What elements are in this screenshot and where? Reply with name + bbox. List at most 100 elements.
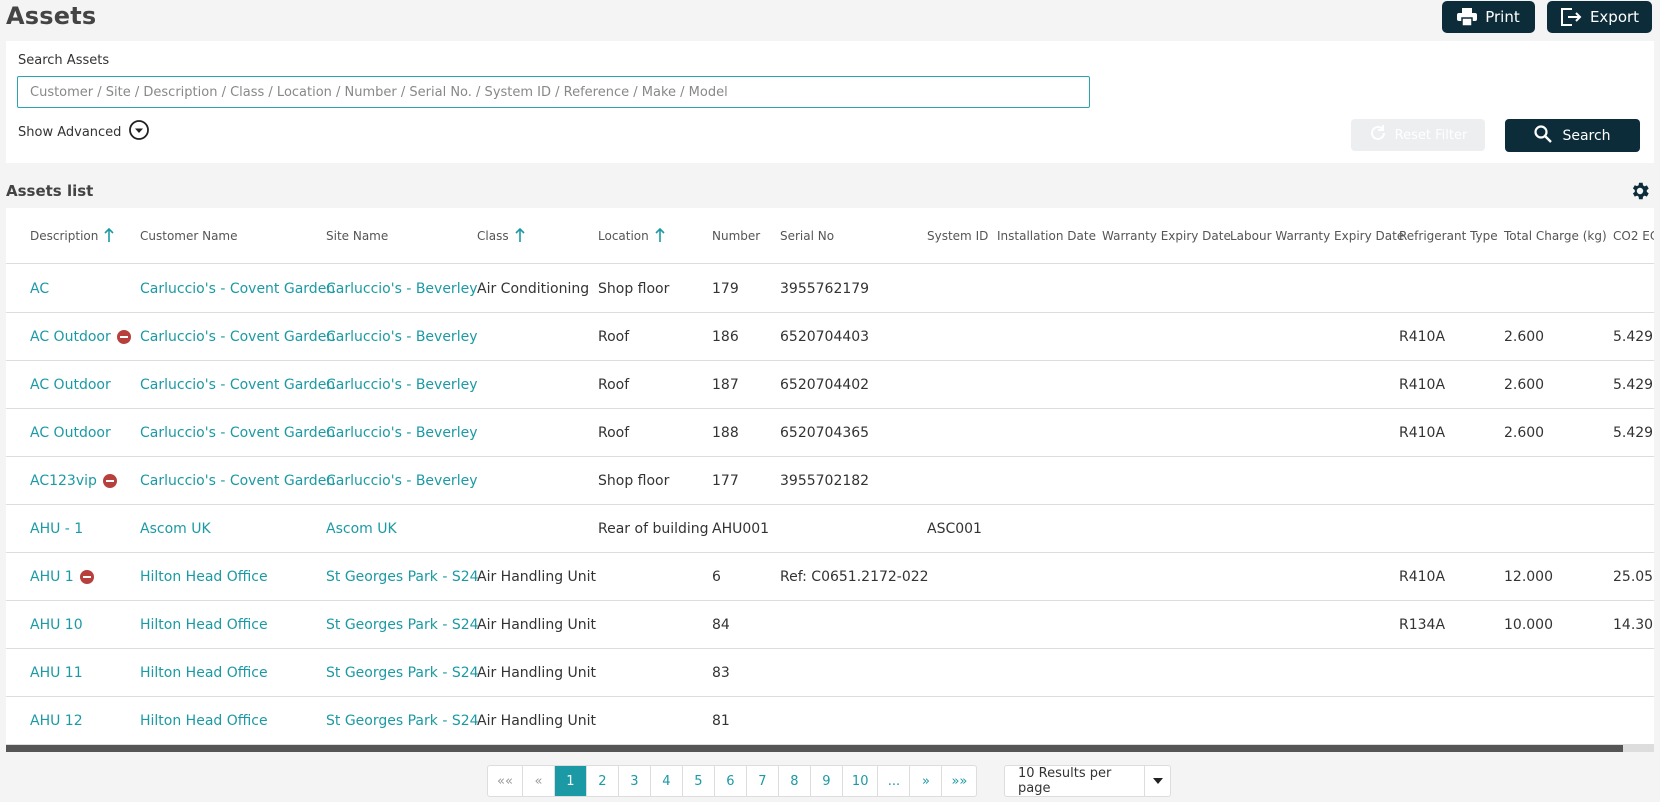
cell-description[interactable]: AC: [30, 265, 49, 313]
cell-text[interactable]: Carluccio's - Beverley: [326, 425, 477, 441]
cell-text[interactable]: AC: [30, 281, 49, 297]
cell-text[interactable]: AHU 11: [30, 665, 83, 681]
prev-page-button[interactable]: «: [523, 766, 555, 796]
page-button-8[interactable]: 8: [779, 766, 811, 796]
cell-text[interactable]: AHU 12: [30, 713, 83, 729]
cell-text[interactable]: St Georges Park - S24: [326, 617, 479, 633]
cell-customer[interactable]: Carluccio's - Covent Garden: [140, 361, 335, 409]
table-row[interactable]: AHU 11 Hilton Head Office St Georges Park …: [6, 649, 1654, 697]
table-row[interactable]: AHU - 1 Ascom UK Ascom UK Rear of building A…: [6, 505, 1654, 553]
results-per-page-select[interactable]: 10 Results per page: [1004, 765, 1171, 797]
col-total-charge[interactable]: Total Charge (kg): [1504, 208, 1607, 264]
col-co2[interactable]: CO2 EC: [1613, 208, 1654, 264]
cell-site[interactable]: Carluccio's - Beverley: [326, 409, 477, 457]
cell-customer[interactable]: Carluccio's - Covent Garden: [140, 409, 335, 457]
cell-site[interactable]: St Georges Park - S24: [326, 553, 479, 601]
cell-site[interactable]: Carluccio's - Beverley: [326, 265, 477, 313]
cell-customer[interactable]: Hilton Head Office: [140, 649, 268, 697]
col-class[interactable]: Class: [477, 208, 525, 264]
cell-site[interactable]: Carluccio's - Beverley: [326, 361, 477, 409]
page-button-5[interactable]: 5: [683, 766, 715, 796]
cell-description[interactable]: AHU 12: [30, 697, 83, 745]
cell-text[interactable]: St Georges Park - S24: [326, 665, 479, 681]
cell-text[interactable]: Ascom UK: [326, 521, 397, 537]
cell-description[interactable]: AHU - 1: [30, 505, 83, 553]
export-button[interactable]: Export: [1547, 1, 1652, 33]
cell-description[interactable]: AC Outdoor: [30, 409, 111, 457]
cell-text[interactable]: St Georges Park - S24: [326, 569, 479, 585]
cell-customer[interactable]: Carluccio's - Covent Garden: [140, 457, 335, 505]
page-button-7[interactable]: 7: [747, 766, 779, 796]
cell-text[interactable]: Carluccio's - Beverley: [326, 329, 477, 345]
table-row[interactable]: AC Outdoor Carluccio's - Covent Garden Car…: [6, 313, 1654, 361]
cell-text[interactable]: AC Outdoor: [30, 425, 111, 441]
cell-text[interactable]: AC Outdoor: [30, 377, 111, 393]
cell-description[interactable]: AC Outdoor: [30, 313, 131, 361]
cell-text[interactable]: Carluccio's - Beverley: [326, 473, 477, 489]
col-location[interactable]: Location: [598, 208, 665, 264]
cell-description[interactable]: AHU 10: [30, 601, 83, 649]
cell-text[interactable]: Carluccio's - Covent Garden: [140, 473, 335, 489]
page-button-2[interactable]: 2: [587, 766, 619, 796]
cell-text[interactable]: Carluccio's - Covent Garden: [140, 425, 335, 441]
page-button-10[interactable]: 10: [843, 766, 879, 796]
table-row[interactable]: AC123vip Carluccio's - Covent Garden Carlu…: [6, 457, 1654, 505]
cell-text[interactable]: Hilton Head Office: [140, 713, 268, 729]
cell-text[interactable]: AHU 1: [30, 569, 74, 585]
cell-customer[interactable]: Ascom UK: [140, 505, 211, 553]
cell-text[interactable]: Hilton Head Office: [140, 617, 268, 633]
col-refrigerant[interactable]: Refrigerant Type: [1399, 208, 1498, 264]
remove-icon[interactable]: [116, 330, 131, 344]
col-warranty[interactable]: Warranty Expiry Date: [1102, 208, 1231, 264]
page-button-6[interactable]: 6: [715, 766, 747, 796]
cell-text[interactable]: Carluccio's - Covent Garden: [140, 329, 335, 345]
table-row[interactable]: AHU 12 Hilton Head Office St Georges Park …: [6, 697, 1654, 745]
horizontal-scrollbar[interactable]: [6, 745, 1654, 752]
cell-text[interactable]: St Georges Park - S24: [326, 713, 479, 729]
table-row[interactable]: AHU 1 Hilton Head Office St Georges Park -…: [6, 553, 1654, 601]
page-ellipsis[interactable]: ...: [878, 766, 911, 796]
cell-description[interactable]: AC Outdoor: [30, 361, 111, 409]
cell-text[interactable]: AHU - 1: [30, 521, 83, 537]
cell-text[interactable]: Carluccio's - Covent Garden: [140, 281, 335, 297]
search-input[interactable]: [17, 76, 1090, 108]
col-serial[interactable]: Serial No: [780, 208, 834, 264]
cell-customer[interactable]: Carluccio's - Covent Garden: [140, 313, 335, 361]
col-system-id[interactable]: System ID: [927, 208, 988, 264]
print-button[interactable]: Print: [1442, 1, 1535, 33]
page-button-4[interactable]: 4: [651, 766, 683, 796]
cell-description[interactable]: AHU 1: [30, 553, 94, 601]
table-row[interactable]: AC Outdoor Carluccio's - Covent Garden Car…: [6, 409, 1654, 457]
cell-site[interactable]: St Georges Park - S24: [326, 601, 479, 649]
page-button-1[interactable]: 1: [554, 766, 587, 796]
search-button[interactable]: Search: [1505, 119, 1640, 152]
col-customer[interactable]: Customer Name: [140, 208, 238, 264]
cell-description[interactable]: AC123vip: [30, 457, 117, 505]
table-row[interactable]: AC Outdoor Carluccio's - Covent Garden Car…: [6, 361, 1654, 409]
cell-text[interactable]: Ascom UK: [140, 521, 211, 537]
cell-text[interactable]: Hilton Head Office: [140, 569, 268, 585]
cell-site[interactable]: Carluccio's - Beverley: [326, 457, 477, 505]
cell-site[interactable]: Carluccio's - Beverley: [326, 313, 477, 361]
last-page-button[interactable]: »»: [942, 766, 976, 796]
remove-icon[interactable]: [102, 474, 117, 488]
cell-customer[interactable]: Hilton Head Office: [140, 601, 268, 649]
cell-text[interactable]: AC123vip: [30, 473, 97, 489]
col-installation[interactable]: Installation Date: [997, 208, 1096, 264]
cell-text[interactable]: Carluccio's - Beverley: [326, 377, 477, 393]
cell-customer[interactable]: Carluccio's - Covent Garden: [140, 265, 335, 313]
cell-site[interactable]: Ascom UK: [326, 505, 397, 553]
show-advanced-toggle[interactable]: Show Advanced: [18, 120, 150, 144]
first-page-button[interactable]: ««: [488, 766, 523, 796]
gear-icon[interactable]: [1629, 180, 1651, 206]
col-description[interactable]: Description: [30, 208, 114, 264]
table-row[interactable]: AC Carluccio's - Covent Garden Carluccio's…: [6, 265, 1654, 313]
page-button-9[interactable]: 9: [811, 766, 843, 796]
cell-text[interactable]: Carluccio's - Covent Garden: [140, 377, 335, 393]
cell-description[interactable]: AHU 11: [30, 649, 83, 697]
col-number[interactable]: Number: [712, 208, 760, 264]
cell-text[interactable]: AC Outdoor: [30, 329, 111, 345]
reset-filter-button[interactable]: Reset Filter: [1351, 119, 1485, 151]
col-labour-warranty[interactable]: Labour Warranty Expiry Date: [1230, 208, 1404, 264]
cell-text[interactable]: AHU 10: [30, 617, 83, 633]
